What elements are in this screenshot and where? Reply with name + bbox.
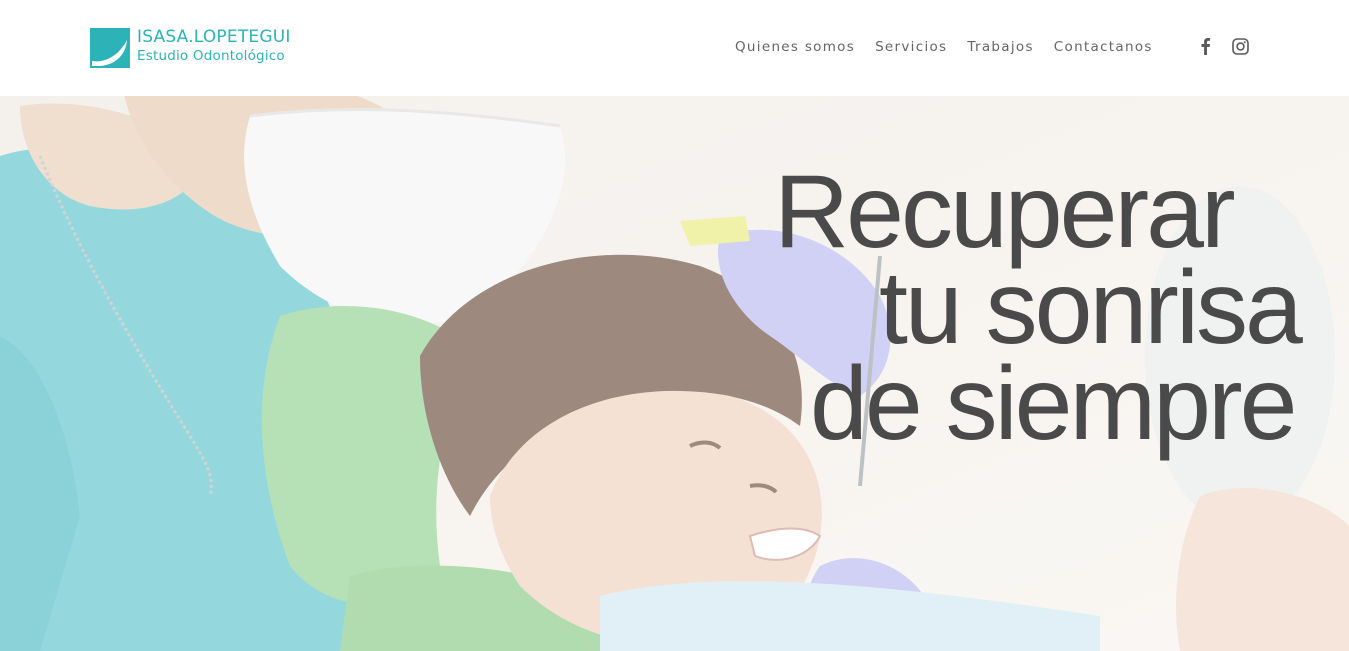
- social-links: [1196, 36, 1266, 56]
- brand-subtitle: Estudio Odontológico: [137, 48, 285, 64]
- hero-line-3: de siempre: [810, 346, 1297, 462]
- tooth-smile-logo-icon: [90, 28, 130, 68]
- nav-item-contactanos[interactable]: Contactanos: [1054, 37, 1153, 57]
- hero-line-2: tu sonrisa: [879, 250, 1303, 366]
- logo-link[interactable]: ISASA.LOPETEGUI Estudio Odontológico: [90, 28, 291, 68]
- site-header: ISASA.LOPETEGUI Estudio Odontológico Qui…: [0, 0, 1349, 96]
- nav-item-servicios[interactable]: Servicios: [875, 37, 947, 57]
- facebook-icon[interactable]: [1196, 36, 1214, 56]
- nav-item-trabajos[interactable]: Trabajos: [967, 37, 1033, 57]
- brand-name: ISASA.LOPETEGUI: [137, 27, 291, 47]
- hero-banner: Recuperar tu sonrisa de siempre: [0, 96, 1349, 651]
- nav-item-quienes-somos[interactable]: Quienes somos: [735, 37, 855, 57]
- hero-headline: Recuperar tu sonrisa de siempre: [700, 156, 1349, 476]
- hero-line-1: Recuperar: [774, 154, 1236, 270]
- main-nav: Quienes somos Servicios Trabajos Contact…: [735, 37, 1173, 57]
- instagram-icon[interactable]: [1231, 36, 1249, 56]
